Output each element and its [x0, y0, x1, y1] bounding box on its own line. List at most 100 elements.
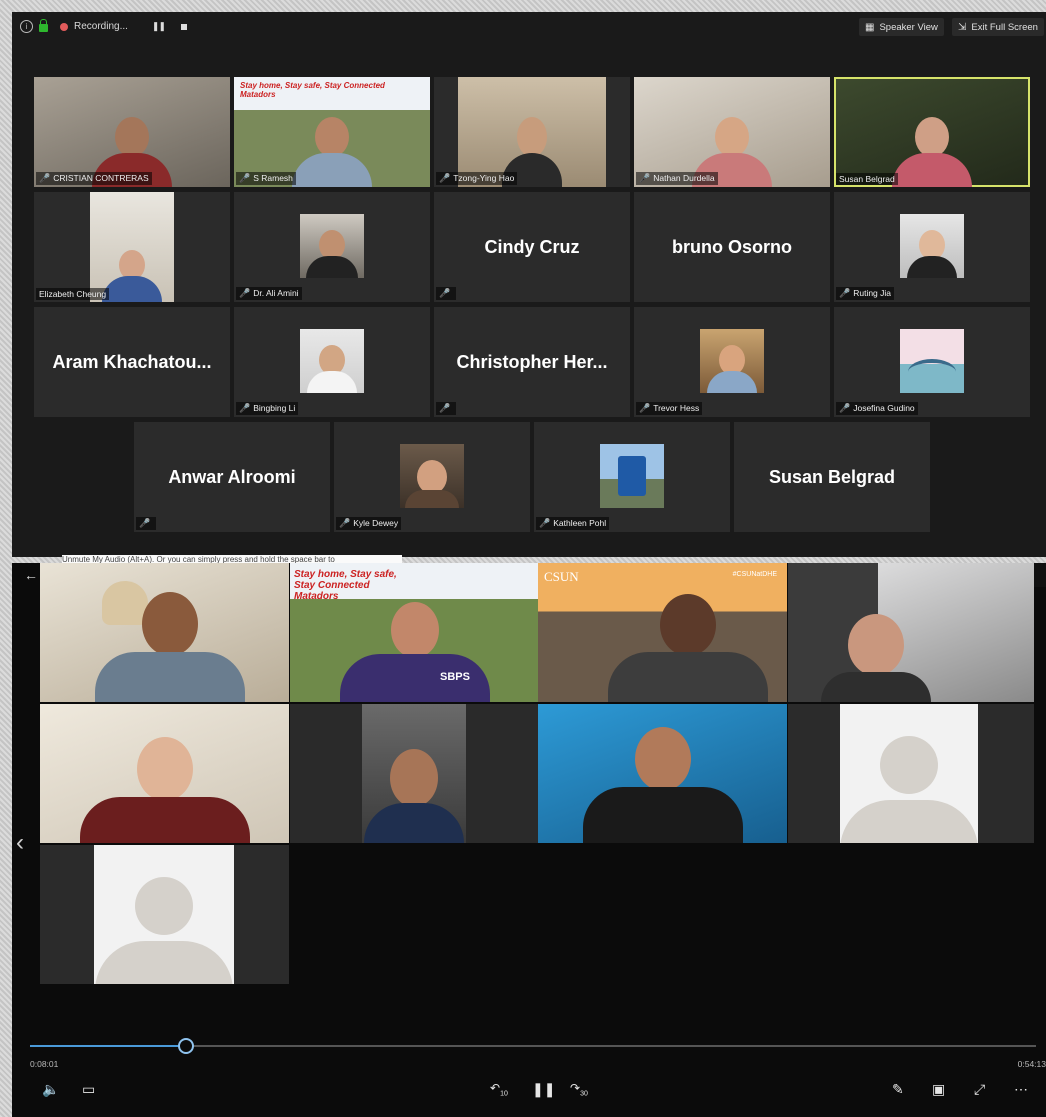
participant-tile-name[interactable]: Susan Belgrad — [734, 422, 930, 532]
participant-name-label: Elizabeth Cheung — [36, 288, 110, 300]
avatar-body-icon — [95, 941, 233, 984]
participant-display-name: Cindy Cruz — [484, 237, 580, 257]
participant-tile-photo[interactable]: 🎤 Trevor Hess — [634, 307, 830, 417]
avatar-head-icon — [880, 736, 938, 794]
pause-recording-icon[interactable]: ❚❚ — [152, 21, 166, 32]
participant-profile-photo — [700, 329, 764, 393]
participant-name-label: 🎤 Josefina Gudino — [836, 402, 918, 415]
player-participant-video — [40, 704, 289, 843]
participant-profile-photo — [400, 444, 464, 508]
mic-muted-label: 🎤 — [136, 517, 157, 530]
previous-page-icon[interactable]: ‹ — [16, 829, 24, 857]
participant-video — [892, 117, 972, 187]
hashtag-text: #CSUNatDHE — [732, 571, 777, 578]
participant-profile-photo — [300, 329, 364, 393]
mic-muted-icon: 🎤 — [439, 173, 451, 183]
player-participant-video: Stay home, Stay safe, Stay Connected Mat… — [290, 563, 539, 702]
participant-tile-name[interactable]: Anwar Alroomi 🎤 — [134, 422, 330, 532]
participant-tile-name[interactable]: Aram Khachatou... — [34, 307, 230, 417]
mic-muted-icon: 🎤 — [39, 173, 51, 183]
fullscreen-icon[interactable]: ⤢ — [974, 1081, 985, 1098]
participant-profile-photo — [900, 214, 964, 278]
zoom-gallery-window: i Recording... ❚❚ ▦ Speaker View ⇲ Exit … — [12, 12, 1046, 557]
skip-forward-button[interactable]: ↷30 — [570, 1081, 588, 1097]
avatar-body-icon — [840, 800, 978, 843]
participant-display-name: Anwar Alroomi — [168, 467, 296, 487]
recording-dot-icon — [60, 22, 68, 31]
miniview-icon[interactable]: ▣ — [932, 1081, 945, 1098]
participant-profile-photo — [900, 329, 964, 393]
mic-muted-icon: 🎤 — [839, 403, 851, 413]
captions-icon[interactable]: ▭ — [82, 1081, 95, 1098]
participant-tile-name[interactable]: Cindy Cruz 🎤 — [434, 192, 630, 302]
participant-name-label: 🎤 CRISTIAN CONTRERAS — [36, 172, 152, 185]
recording-label: Recording... — [74, 21, 128, 32]
mic-muted-icon: 🎤 — [539, 518, 551, 528]
speaker-view-button[interactable]: ▦ Speaker View — [859, 18, 944, 36]
player-participant-video — [538, 704, 787, 843]
la-logo-sculpture — [618, 456, 646, 496]
player-participant-placeholder — [788, 704, 1034, 843]
participant-tile-photo[interactable]: 🎤 Kathleen Pohl — [534, 422, 730, 532]
speaker-view-icon: ▦ — [865, 21, 875, 33]
participant-video — [458, 77, 606, 187]
avatar-placeholder — [840, 704, 978, 843]
virtual-background-banner: Stay home, Stay safe, Stay Connected Mat… — [294, 569, 397, 602]
participant-name-label: 🎤 Tzong-Ying Hao — [436, 172, 518, 185]
more-icon[interactable]: ⋯ — [1014, 1081, 1028, 1098]
participant-tile-video[interactable]: 🎤 Tzong-Ying Hao — [434, 77, 630, 187]
participant-name-label: 🎤 Bingbing Li — [236, 402, 299, 415]
mic-muted-icon: 🎤 — [239, 403, 251, 413]
mic-muted-icon: 🎤 — [839, 288, 851, 298]
participant-name-label: 🎤 S Ramesh — [236, 172, 296, 185]
participant-tile-name[interactable]: bruno Osorno — [634, 192, 830, 302]
participant-name-label: 🎤 Ruting Jia — [836, 287, 895, 300]
seek-progress — [30, 1045, 186, 1047]
player-participant-placeholder — [40, 845, 289, 984]
participant-tile-name[interactable]: Christopher Her... 🎤 — [434, 307, 630, 417]
skip-back-label: 10 — [500, 1090, 508, 1098]
mic-muted-label: 🎤 — [436, 402, 457, 415]
virtual-background-banner: Stay home, Stay safe, Stay Connected Mat… — [240, 81, 385, 99]
seek-thumb[interactable] — [177, 1038, 194, 1054]
exit-fullscreen-button[interactable]: ⇲ Exit Full Screen — [952, 18, 1044, 36]
mic-muted-icon: 🎤 — [439, 403, 451, 413]
speaker-view-label: Speaker View — [879, 21, 938, 33]
participant-tile-photo[interactable]: 🎤 Kyle Dewey — [334, 422, 530, 532]
mic-muted-label: 🎤 — [436, 287, 457, 300]
participant-name-label: Susan Belgrad — [836, 173, 898, 185]
participant-tile-video[interactable]: 🎤 CRISTIAN CONTRERAS — [34, 77, 230, 187]
exit-fullscreen-label: Exit Full Screen — [971, 21, 1038, 33]
participant-tile-photo[interactable]: 🎤 Ruting Jia — [834, 192, 1030, 302]
mic-muted-icon: 🎤 — [639, 403, 651, 413]
stop-recording-icon[interactable] — [181, 23, 188, 30]
lock-icon[interactable] — [39, 19, 48, 32]
total-time: 0:54:13 — [1017, 1059, 1046, 1069]
participant-tile-photo[interactable]: 🎤 Dr. Ali Amini — [234, 192, 430, 302]
player-participant-video — [40, 563, 289, 702]
volume-icon[interactable]: 🔈 — [42, 1081, 59, 1098]
video-player: ← – ⧉ › Stay home, Stay safe, Stay Conne… — [12, 563, 1046, 1117]
participant-tile-video[interactable]: 🎤 Nathan Durdella — [634, 77, 830, 187]
mic-muted-icon: 🎤 — [439, 288, 451, 298]
player-participant-video — [290, 704, 539, 843]
pause-icon[interactable]: ❚❚ — [532, 1081, 555, 1098]
participant-tile-video[interactable]: Elizabeth Cheung — [34, 192, 230, 302]
participant-tile-photo[interactable]: 🎤 Josefina Gudino — [834, 307, 1030, 417]
wave-artwork — [908, 359, 956, 385]
participant-tile-photo[interactable]: 🎤 Bingbing Li — [234, 307, 430, 417]
back-arrow-icon[interactable]: ← — [24, 567, 38, 583]
skip-back-button[interactable]: ↶10 — [490, 1081, 508, 1097]
participant-video — [292, 117, 372, 187]
elapsed-time: 0:08:01 — [30, 1059, 59, 1069]
participant-tile-active-speaker[interactable]: Susan Belgrad — [834, 77, 1030, 187]
info-icon[interactable]: i — [20, 20, 33, 33]
participant-name-label: 🎤 Kathleen Pohl — [536, 517, 610, 530]
mic-muted-icon: 🎤 — [239, 173, 251, 183]
pen-icon[interactable]: ✎ — [892, 1081, 904, 1098]
participant-name-label: 🎤 Nathan Durdella — [636, 172, 718, 185]
participant-tile-video[interactable]: Stay home, Stay safe, Stay Connected Mat… — [234, 77, 430, 187]
seek-bar[interactable] — [30, 1038, 1036, 1054]
participant-display-name: bruno Osorno — [672, 237, 792, 257]
sbps-logo-text: SBPS — [440, 671, 470, 683]
